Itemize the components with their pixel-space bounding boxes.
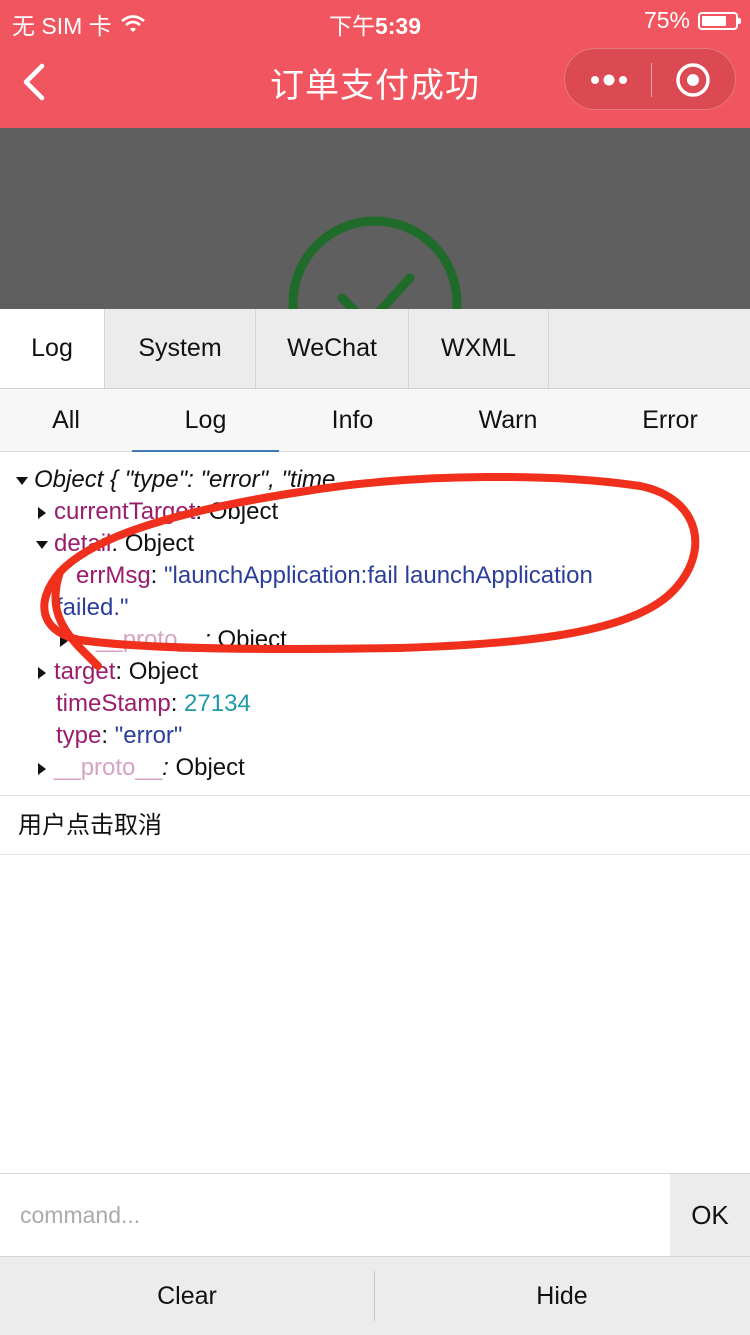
status-bar: 无 SIM 卡 下午5:39 75% xyxy=(0,0,750,40)
errmsg-value: "launchApplication:fail launchApplicatio… xyxy=(164,562,593,589)
command-input[interactable] xyxy=(0,1174,670,1256)
tab-log[interactable]: Log xyxy=(0,309,105,388)
property-key: __proto__ xyxy=(96,626,205,653)
hide-button[interactable]: Hide xyxy=(375,1257,749,1335)
log-object-header[interactable]: Object { "type": "error", "time… xyxy=(16,464,359,496)
property-value: 27134 xyxy=(184,690,251,717)
console-tabs: Log System WeChat WXML xyxy=(0,309,750,389)
filter-all[interactable]: All xyxy=(0,389,132,451)
status-time: 下午5:39 xyxy=(0,7,750,41)
filter-log[interactable]: Log xyxy=(132,389,279,452)
property-value: Object xyxy=(175,754,245,781)
expand-down-icon xyxy=(16,476,28,485)
bottom-toolbar: Clear Hide xyxy=(0,1256,750,1335)
log-divider xyxy=(0,795,750,796)
property-value: Object xyxy=(124,530,195,557)
log-row-current-target[interactable]: currentTarget: Object xyxy=(38,496,278,528)
more-icon[interactable] xyxy=(589,70,629,90)
log-row-inner-proto[interactable]: __proto__: Object xyxy=(60,624,287,656)
log-row-target[interactable]: target: Object xyxy=(38,656,198,688)
property-key: detail xyxy=(54,530,112,557)
success-check-icon xyxy=(288,216,462,309)
log-message: 用户点击取消 xyxy=(18,812,162,839)
expand-right-icon xyxy=(38,762,46,775)
close-miniprogram-icon[interactable] xyxy=(675,62,711,98)
object-summary: Object { "type": "error", "time… xyxy=(34,466,360,493)
battery-fill xyxy=(702,15,726,26)
capsule-divider xyxy=(651,63,652,97)
tab-system[interactable]: System xyxy=(105,309,256,388)
log-filter-bar: All Log Info Warn Error xyxy=(0,389,750,452)
log-row-proto[interactable]: __proto__: Object xyxy=(38,752,245,784)
property-value: Object xyxy=(217,626,287,653)
property-value: Object xyxy=(128,658,199,685)
property-value: Object xyxy=(208,498,279,525)
property-key: timeStamp xyxy=(56,690,171,717)
command-bar: OK xyxy=(0,1173,750,1256)
capsule-menu xyxy=(564,48,736,110)
log-row-type: type: "error" xyxy=(56,722,183,749)
property-key: type xyxy=(56,722,102,749)
time-prefix: 下午 xyxy=(328,13,375,39)
expand-right-icon xyxy=(38,506,46,519)
filter-warn[interactable]: Warn xyxy=(426,389,590,451)
property-key: errMsg xyxy=(76,562,151,589)
property-key: currentTarget xyxy=(54,498,196,525)
nav-bar: 无 SIM 卡 下午5:39 75% 订单支付成功 xyxy=(0,0,750,128)
log-panel: Object { "type": "error", "time… current… xyxy=(0,452,750,1172)
expand-right-icon xyxy=(60,634,68,647)
time-value: 5:39 xyxy=(374,13,422,39)
filter-error[interactable]: Error xyxy=(590,389,750,451)
tab-wechat[interactable]: WeChat xyxy=(256,309,409,388)
battery-group: 75% xyxy=(643,7,741,34)
tab-wxml[interactable]: WXML xyxy=(409,309,549,388)
clear-button[interactable]: Clear xyxy=(0,1257,374,1335)
log-row-timestamp: timeStamp: 27134 xyxy=(56,690,251,717)
property-value: "error" xyxy=(114,722,183,749)
expand-down-icon xyxy=(36,540,48,549)
filter-info[interactable]: Info xyxy=(279,389,426,451)
battery-percent: 75% xyxy=(643,7,690,33)
page-preview xyxy=(0,128,750,309)
property-key: __proto__ xyxy=(54,754,163,781)
battery-icon xyxy=(698,11,741,30)
property-key: target xyxy=(54,658,116,685)
log-divider xyxy=(0,854,750,855)
log-row-errmsg: errMsg: "launchApplication:fail launchAp… xyxy=(76,562,593,589)
expand-right-icon xyxy=(38,666,46,679)
ok-button[interactable]: OK xyxy=(670,1174,750,1256)
log-row-detail[interactable]: detail: Object xyxy=(36,528,194,560)
errmsg-value-continued: failed." xyxy=(56,594,129,621)
